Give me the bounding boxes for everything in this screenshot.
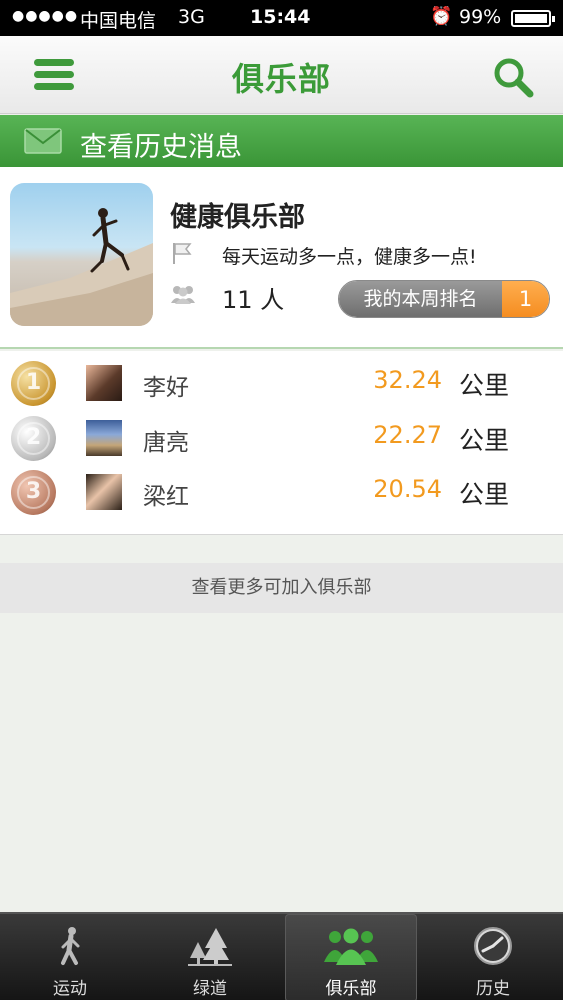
search-icon[interactable]: [492, 56, 534, 98]
bronze-medal-icon: 3: [11, 470, 56, 515]
club-photo: [10, 183, 153, 326]
leaderboard-row[interactable]: 1 李好 32.24 公里: [0, 356, 563, 410]
member-count: 11 人: [222, 286, 285, 314]
tab-label: 运动: [53, 979, 87, 999]
avatar: [86, 474, 122, 510]
tab-bar: 运动 绿道 俱乐部 历史: [0, 912, 563, 1000]
flag-icon: [173, 243, 192, 264]
tab-label: 绿道: [193, 979, 227, 999]
member-distance: 22.27: [373, 421, 442, 449]
member-name: 李好: [143, 375, 189, 401]
leaderboard-row[interactable]: 3 梁红 20.54 公里: [0, 465, 563, 519]
weekly-rank-label: 我的本周排名: [339, 281, 502, 317]
club-name: 健康俱乐部: [170, 202, 305, 233]
avatar: [86, 365, 122, 401]
status-bar: ●●●●● 中国电信 3G 15:44 ⏰ 99%: [0, 0, 563, 36]
silver-medal-icon: 2: [11, 416, 56, 461]
runner-image: [10, 208, 153, 326]
page-title: 俱乐部: [231, 60, 331, 98]
member-distance: 32.24: [373, 366, 442, 394]
view-more-clubs-button[interactable]: 查看更多可加入俱乐部: [0, 563, 563, 613]
signal-strength-icon: ●●●●●: [12, 8, 79, 24]
distance-unit: 公里: [459, 371, 510, 400]
member-distance: 20.54: [373, 475, 442, 503]
alarm-icon: ⏰: [430, 6, 453, 27]
mail-icon: [24, 128, 62, 154]
distance-unit: 公里: [459, 426, 510, 455]
tab-history[interactable]: 历史: [423, 914, 563, 1000]
carrier-name: 中国电信: [80, 10, 157, 32]
tab-label: 历史: [476, 979, 510, 999]
weekly-rank-badge[interactable]: 我的本周排名 1: [338, 280, 550, 318]
walking-person-icon: [61, 927, 80, 965]
nav-bar: 俱乐部: [0, 36, 563, 114]
tab-club[interactable]: 俱乐部: [285, 914, 417, 1000]
status-time: 15:44: [250, 6, 311, 28]
member-name: 梁红: [143, 484, 189, 510]
battery-percentage: 99%: [459, 6, 502, 28]
leaderboard-row[interactable]: 2 唐亮 22.27 公里: [0, 411, 563, 465]
leaderboard: 1 李好 32.24 公里 2 唐亮 22.27 公里 3 梁红 20.54 公…: [0, 351, 563, 535]
club-motto: 每天运动多一点，健康多一点!: [222, 246, 477, 268]
network-type: 3G: [178, 6, 205, 28]
group-icon: [324, 928, 378, 965]
club-card[interactable]: 健康俱乐部 每天运动多一点，健康多一点! 11 人 我的本周排名 1: [0, 167, 563, 349]
tab-greenway[interactable]: 绿道: [140, 914, 280, 1000]
history-clock-icon: [474, 927, 512, 965]
trees-icon: [188, 928, 232, 966]
tab-exercise[interactable]: 运动: [0, 914, 140, 1000]
gold-medal-icon: 1: [11, 361, 56, 406]
member-name: 唐亮: [143, 430, 189, 456]
battery-icon: [511, 10, 555, 27]
distance-unit: 公里: [459, 480, 510, 509]
view-history-messages-button[interactable]: 查看历史消息: [0, 115, 563, 167]
history-label: 查看历史消息: [80, 132, 242, 163]
members-icon: [171, 286, 195, 304]
weekly-rank-value: 1: [502, 281, 549, 317]
avatar: [86, 420, 122, 456]
tab-label: 俱乐部: [325, 979, 377, 999]
